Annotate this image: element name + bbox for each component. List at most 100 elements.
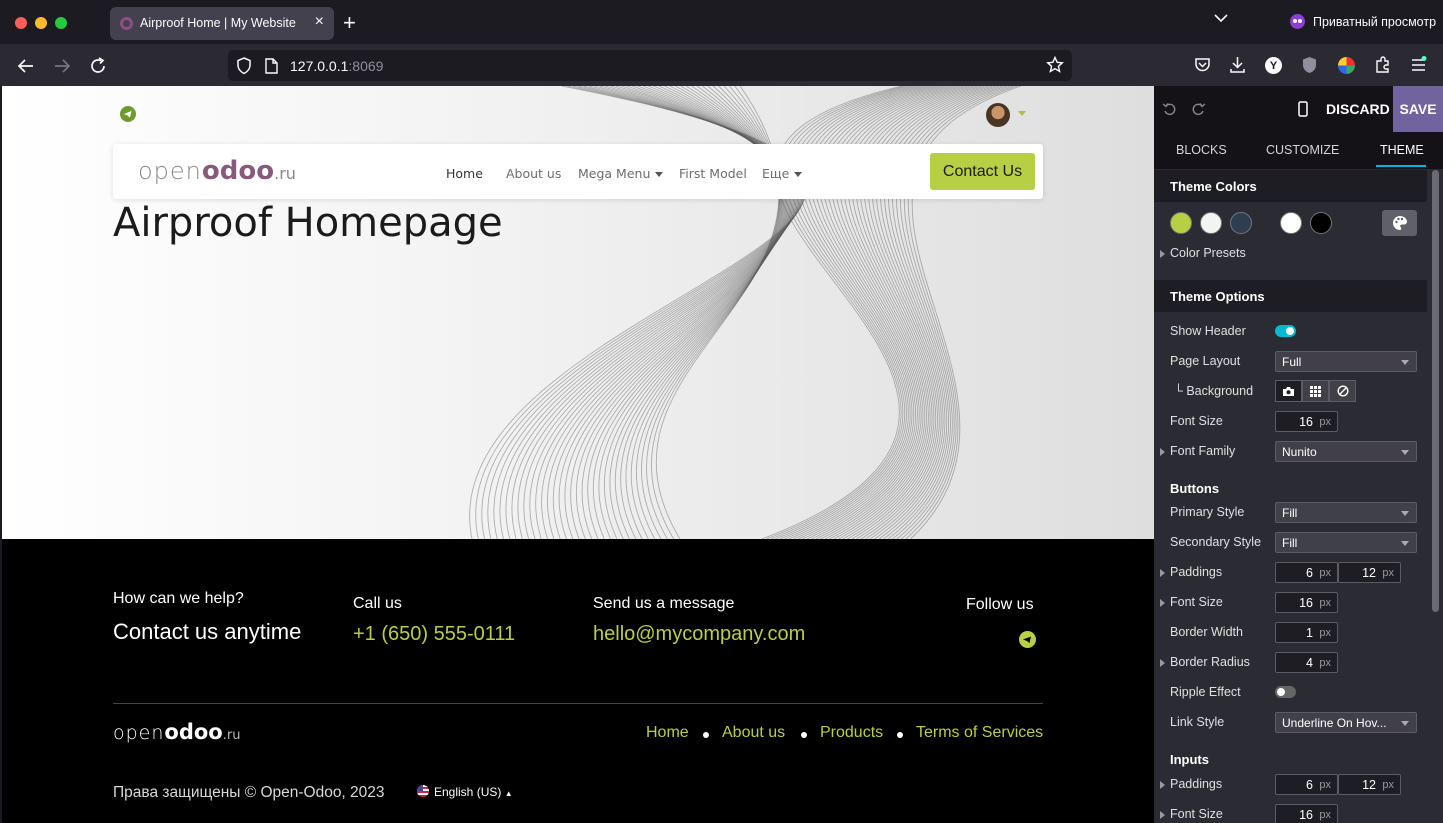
contact-us-button[interactable]: Contact Us	[930, 153, 1035, 190]
theme-color-swatch-secondary[interactable]	[1200, 212, 1222, 234]
font-size-input[interactable]: 16 px	[1275, 411, 1338, 432]
color-presets-toggle[interactable]: Color Presets	[1170, 246, 1246, 260]
border-radius-input[interactable]: 4 px	[1275, 652, 1338, 673]
border-radius-unit: px	[1319, 657, 1331, 669]
address-bar[interactable]: 127.0.0.1:8069	[228, 50, 1072, 81]
color-extension-icon[interactable]	[1338, 57, 1355, 74]
theme-color-swatch-light[interactable]	[1280, 212, 1302, 234]
tab-customize[interactable]: CUSTOMIZE	[1266, 143, 1339, 157]
primary-style-select[interactable]: Fill	[1275, 502, 1417, 523]
us-flag-icon	[417, 785, 429, 797]
back-button[interactable]	[16, 56, 36, 76]
user-menu-caret-icon[interactable]	[1018, 111, 1026, 116]
forward-button[interactable]	[52, 56, 72, 76]
font-family-expand-icon[interactable]	[1160, 448, 1165, 456]
footer-link-home[interactable]: Home	[646, 724, 689, 742]
footer-link-terms[interactable]: Terms of Services	[916, 724, 1043, 742]
user-avatar[interactable]	[986, 103, 1010, 127]
window-minimize-button[interactable]	[35, 17, 47, 29]
theme-color-swatch-dark[interactable]	[1310, 212, 1332, 234]
nav-home[interactable]: Home	[446, 166, 483, 181]
window-close-button[interactable]	[15, 17, 27, 29]
private-browsing-indicator: Приватный просмотр	[1290, 14, 1436, 29]
footer-logo[interactable]: openodoo.ru	[113, 720, 240, 744]
tab-title: Airproof Home | My Website	[140, 16, 296, 30]
nav-mega-menu[interactable]: Mega Menu	[578, 166, 664, 181]
tab-list-chevron-icon[interactable]	[1214, 13, 1228, 23]
nav-about-us[interactable]: About us	[506, 166, 561, 181]
discard-button[interactable]: DISCARD	[1326, 101, 1390, 117]
telegram-icon[interactable]	[120, 106, 136, 122]
input-padding-y-input[interactable]: 6 px	[1275, 774, 1338, 795]
panel-scrollbar[interactable]	[1432, 170, 1439, 612]
app-menu-icon[interactable]	[1410, 56, 1428, 74]
palette-button[interactable]	[1382, 210, 1417, 236]
button-padding-x-input[interactable]: 12 px	[1338, 562, 1401, 583]
footer-email-link[interactable]: hello@mycompany.com	[593, 623, 805, 646]
button-font-size-input[interactable]: 16 px	[1275, 592, 1338, 613]
site-logo[interactable]: openodoo.ru	[138, 156, 296, 186]
undo-icon[interactable]	[1162, 102, 1176, 116]
nav-first-model[interactable]: First Model	[679, 166, 747, 181]
theme-color-swatch-tertiary[interactable]	[1230, 212, 1252, 234]
new-tab-button[interactable]: +	[343, 10, 356, 36]
footer-link-about[interactable]: About us	[722, 724, 785, 742]
link-style-select[interactable]: Underline On Hov...	[1275, 712, 1417, 733]
save-button[interactable]: SAVE	[1393, 86, 1443, 132]
input-font-size-expand-icon[interactable]	[1160, 811, 1165, 819]
downloads-icon[interactable]	[1229, 56, 1246, 74]
ublock-extension-icon[interactable]	[1302, 56, 1317, 74]
page-layout-select[interactable]: Full	[1275, 351, 1417, 372]
input-padding-x-input[interactable]: 12 px	[1338, 774, 1401, 795]
reload-button[interactable]	[88, 56, 108, 76]
redo-icon[interactable]	[1192, 102, 1206, 116]
theme-colors-header: Theme Colors	[1154, 170, 1427, 202]
hero-section: openodoo.ru Home About us Mega Menu Firs…	[2, 86, 1154, 539]
color-presets-expand-icon[interactable]	[1160, 250, 1165, 258]
background-pattern-button[interactable]	[1302, 380, 1329, 402]
border-radius-expand-icon[interactable]	[1160, 659, 1165, 667]
window-zoom-button[interactable]	[55, 17, 67, 29]
input-paddings-expand-icon[interactable]	[1160, 781, 1165, 789]
button-padding-y-input[interactable]: 6 px	[1275, 562, 1338, 583]
primary-style-value: Fill	[1282, 506, 1298, 520]
bookmark-star-icon[interactable]	[1046, 56, 1064, 74]
input-font-size-input[interactable]: 16 px	[1275, 804, 1338, 823]
palette-icon	[1392, 216, 1407, 230]
tab-blocks[interactable]: BLOCKS	[1176, 143, 1227, 157]
telegram-plane-glyph	[124, 111, 132, 118]
border-width-input[interactable]: 1 px	[1275, 622, 1338, 643]
extensions-puzzle-icon[interactable]	[1374, 56, 1391, 74]
background-image-button[interactable]	[1275, 380, 1302, 402]
shield-icon[interactable]	[236, 57, 252, 75]
browser-tab[interactable]: Airproof Home | My Website ×	[110, 7, 334, 40]
button-paddings-expand-icon[interactable]	[1160, 569, 1165, 577]
forward-arrow-icon	[55, 59, 71, 73]
button-font-size-label: Font Size	[1170, 595, 1223, 609]
logo-ru-text: .ru	[274, 164, 296, 183]
footer-phone-link[interactable]: +1 (650) 555-0111	[353, 623, 515, 646]
pocket-icon[interactable]	[1194, 57, 1211, 73]
background-none-button[interactable]	[1329, 380, 1356, 402]
editor-tabs: BLOCKS CUSTOMIZE THEME	[1154, 132, 1443, 169]
mobile-preview-icon[interactable]	[1298, 101, 1308, 117]
theme-color-swatch-primary[interactable]	[1170, 212, 1192, 234]
secondary-style-select[interactable]: Fill	[1275, 532, 1417, 553]
footer-telegram-icon[interactable]	[1019, 631, 1036, 648]
ripple-effect-toggle[interactable]	[1275, 686, 1296, 698]
footer-link-products[interactable]: Products	[820, 724, 883, 742]
button-font-size-expand-icon[interactable]	[1160, 599, 1165, 607]
footer-help-heading: Contact us anytime	[113, 619, 302, 644]
button-paddings-label: Paddings	[1170, 565, 1223, 579]
input-font-size-unit: px	[1319, 809, 1331, 821]
footer-link-separator	[801, 732, 807, 738]
tab-close-icon[interactable]: ×	[315, 13, 324, 31]
show-header-toggle[interactable]	[1275, 325, 1296, 337]
input-padding-y-unit: px	[1319, 779, 1331, 791]
tab-theme[interactable]: THEME	[1380, 143, 1424, 157]
nav-more[interactable]: Еще	[762, 166, 803, 181]
font-family-select[interactable]: Nunito	[1275, 441, 1417, 462]
yandex-extension-icon[interactable]: Y	[1265, 57, 1282, 74]
input-font-size-value: 16	[1299, 808, 1313, 822]
language-selector[interactable]: English (US) ▲	[434, 785, 513, 799]
